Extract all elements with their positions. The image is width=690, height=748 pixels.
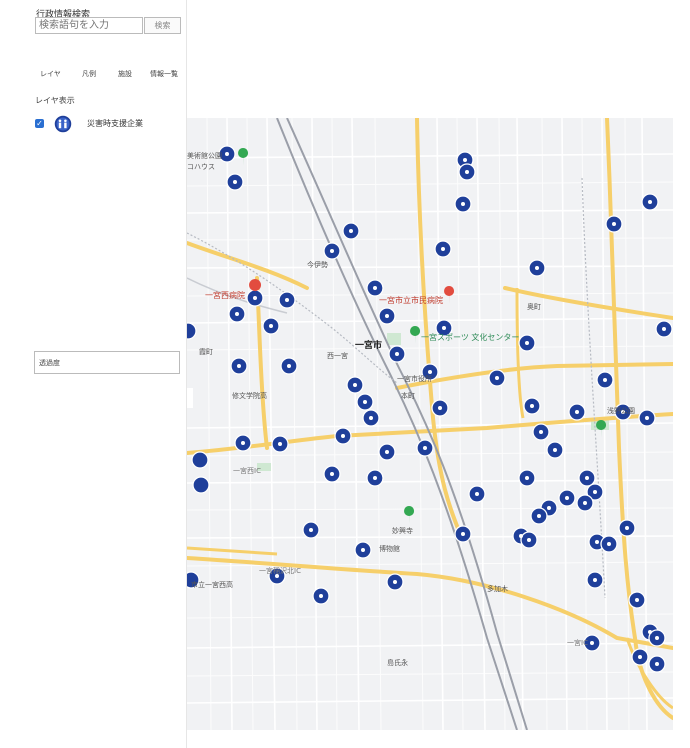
map-label-city-office: 一宮市役所 [397, 375, 432, 383]
search-button[interactable]: 検索 [144, 17, 181, 34]
side-panel: 行政情報検索 検索 レイヤ 凡例 施設 情報一覧 レイヤ表示 ✓ 災害 [0, 0, 187, 748]
opacity-label: 透過度 [39, 359, 60, 367]
map-label-myoukouji: 妙興寺 [392, 527, 413, 535]
tab-bar: レイヤ 凡例 施設 情報一覧 [28, 69, 188, 83]
opacity-control[interactable]: 透過度 [34, 351, 180, 374]
facility-markers [187, 145, 673, 673]
map-label-shuubun: 修文学院高 [232, 392, 267, 400]
map-label-house: コハウス [187, 163, 215, 171]
map-label-museum: 博物館 [379, 545, 400, 553]
map-label-tamano: 多加木 [487, 585, 508, 593]
map-label-road-nishi: 一宮西IC [233, 467, 261, 475]
map-label-hishi: 島氏永 [387, 659, 408, 667]
tab-info-list[interactable]: 情報一覧 [150, 69, 178, 79]
map-canvas [187, 118, 673, 730]
app-window: 行政情報検索 検索 レイヤ 凡例 施設 情報一覧 レイヤ表示 ✓ 災害 [0, 0, 690, 748]
map-label-central: 一宮市 [355, 341, 383, 351]
map-label-imaise: 今伊勢 [307, 261, 328, 269]
layer-checkbox[interactable]: ✓ [35, 119, 44, 128]
map-label-kasumi: 霞町 [199, 348, 213, 356]
tab-layer[interactable]: レイヤ [40, 69, 61, 79]
layer-heading: レイヤ表示 [35, 96, 75, 105]
tab-facility[interactable]: 施設 [118, 69, 132, 79]
map-label-hospital-city: 一宮市立市民病院 [379, 296, 443, 305]
map-label-hospital-nishi: 一宮西病院 [205, 291, 245, 300]
layer-item: ✓ 災害時支援企業 [35, 114, 185, 134]
map-label-school: 市立一宮西高 [191, 581, 233, 589]
map-label-okuchou: 奥町 [527, 303, 541, 311]
layer-label: 災害時支援企業 [87, 119, 143, 128]
map-label-sports: 一宮スポーツ 文化センター [421, 333, 520, 342]
map-label-interchange2: 一宮稲沢北IC [259, 567, 301, 575]
map-label-interchange: 一宮IC [567, 639, 588, 647]
tab-legend[interactable]: 凡例 [82, 69, 96, 79]
map-label-park: 美術館公園 [187, 152, 222, 160]
map-label-asano: 浅野公園 [607, 407, 635, 415]
person-marker-icon [53, 114, 73, 138]
map-label-nishi-ichinomiya: 西一宮 [327, 352, 348, 360]
search-input[interactable] [35, 17, 143, 34]
map-label-honmachi: 本町 [401, 392, 415, 400]
map-view[interactable]: 一宮市 一宮西病院 一宮市立市民病院 一宮スポーツ 文化センター 一宮市役所 西… [187, 118, 673, 730]
